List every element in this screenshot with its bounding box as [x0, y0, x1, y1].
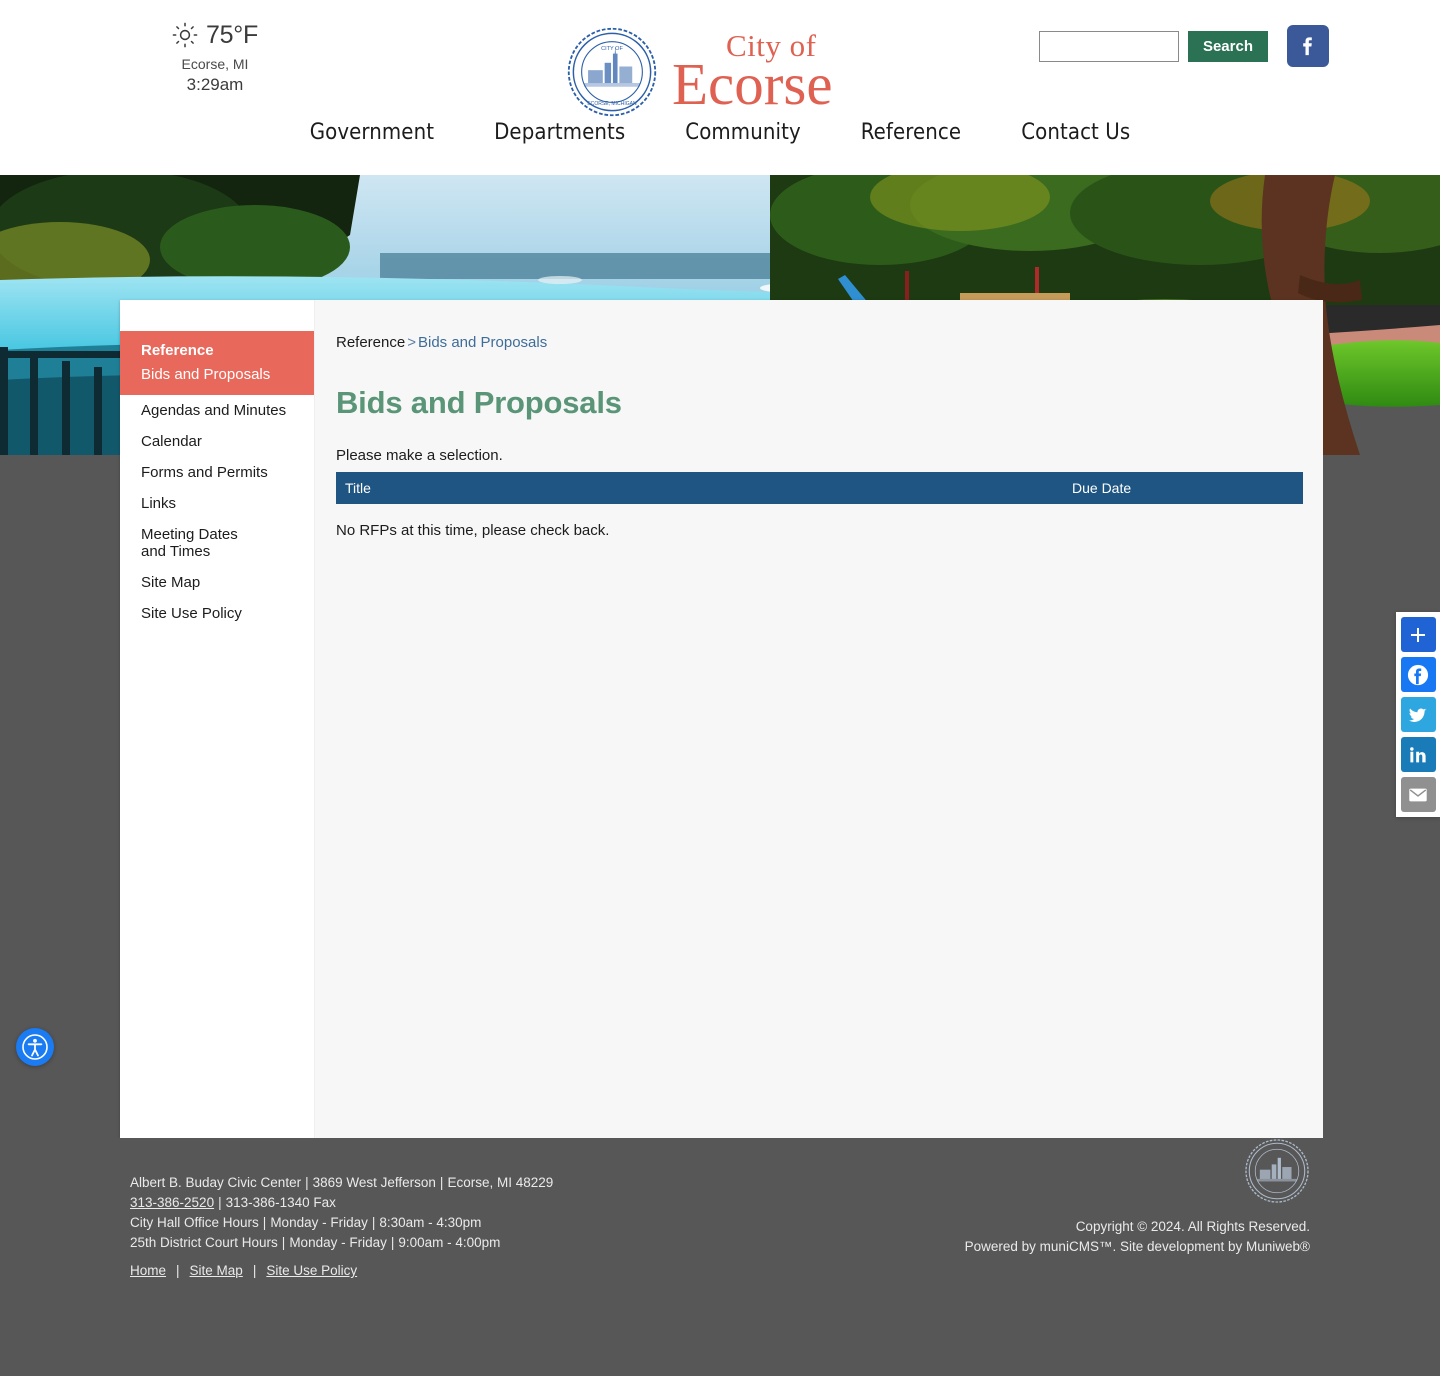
sidebar-item-forms-and-permits[interactable]: Forms and Permits: [120, 457, 314, 488]
nav-item-government[interactable]: Government: [310, 120, 434, 145]
footer-address-line: Albert B. Buday Civic Center | 3869 West J…: [130, 1175, 554, 1190]
weather-temperature: 75°F: [206, 20, 258, 49]
footer-link-site-use-policy[interactable]: Site Use Policy: [266, 1263, 357, 1278]
facebook-icon[interactable]: [1400, 657, 1436, 692]
column-header-title[interactable]: Title: [336, 472, 1063, 504]
footer-city-hall-hours-label: City Hall Office Hours: [130, 1215, 259, 1230]
breadcrumb-separator: >: [407, 334, 416, 351]
footer-link-site-map[interactable]: Site Map: [190, 1263, 243, 1278]
nav-item-community[interactable]: Community: [685, 120, 800, 145]
footer-credits: Copyright © 2024. All Rights Reserved. P…: [965, 1138, 1310, 1257]
site-header: 75°F Ecorse, MI 3:29am CITY OF ECORSE, M…: [0, 0, 1440, 175]
weather-top-row: 75°F: [155, 18, 275, 52]
footer-court-hours-time: 9:00am - 4:00pm: [398, 1235, 501, 1250]
search-button[interactable]: Search: [1187, 30, 1268, 62]
bids-table-header-row: Title Due Date: [336, 472, 1303, 504]
footer-phone-line: 313-386-2520 | 313-386-1340 Fax: [130, 1195, 336, 1210]
main-content: Reference > Bids and Proposals Bids and Pr…: [314, 300, 1323, 1138]
footer-city-state-zip: Ecorse, MI 48229: [447, 1175, 554, 1190]
footer-city-hall-hours: City Hall Office Hours | Monday - Friday | 8…: [130, 1215, 482, 1230]
sidebar-section-title: Reference: [141, 342, 214, 359]
sidebar-item-site-map[interactable]: Site Map: [120, 567, 314, 598]
column-header-due-date[interactable]: Due Date: [1063, 472, 1303, 504]
sidebar-item-agendas-and-minutes[interactable]: Agendas and Minutes: [120, 395, 314, 426]
linkedin-icon[interactable]: [1400, 737, 1436, 772]
share-icon[interactable]: [1400, 617, 1436, 652]
sidebar-item-meeting-dates-and-times[interactable]: Meeting Dates and Times: [120, 519, 270, 567]
footer-street: 3869 West Jefferson: [312, 1175, 436, 1190]
facebook-icon[interactable]: [1287, 25, 1329, 67]
breadcrumb-parent[interactable]: Reference: [336, 334, 405, 351]
selection-instruction: Please make a selection.: [336, 447, 503, 464]
sidebar-item-bids-and-proposals[interactable]: Bids and Proposals: [120, 364, 314, 385]
nav-item-departments[interactable]: Departments: [494, 120, 625, 145]
page-body: Reference Bids and Proposals Agendas and…: [0, 175, 1440, 1376]
nav-item-reference[interactable]: Reference: [861, 120, 961, 145]
email-icon[interactable]: [1400, 777, 1436, 812]
wordmark: City of Ecorse: [672, 30, 833, 114]
footer-fax: 313-386-1340 Fax: [225, 1195, 336, 1210]
site-logo[interactable]: CITY OF ECORSE, MICHIGAN City of Ecorse: [566, 26, 833, 118]
site-footer: Albert B. Buday Civic Center | 3869 West J…: [0, 1138, 1440, 1376]
footer-city-hall-hours-days: Monday - Friday: [270, 1215, 368, 1230]
footer-civic-center-name: Albert B. Buday Civic Center: [130, 1175, 302, 1190]
weather-city: Ecorse, MI: [181, 56, 249, 72]
content-card: Reference Bids and Proposals Agendas and…: [120, 300, 1323, 1138]
weather-time: 3:29am: [186, 75, 244, 94]
accessibility-icon[interactable]: [16, 1028, 54, 1066]
search-area: Search: [1038, 25, 1329, 67]
weather-widget: 75°F Ecorse, MI 3:29am: [155, 18, 275, 95]
footer-court-hours: 25th District Court Hours | Monday - Frida…: [130, 1235, 501, 1250]
sidebar-item-site-use-policy[interactable]: Site Use Policy: [120, 598, 314, 629]
footer-copyright: Copyright © 2024. All Rights Reserved.: [1075, 1219, 1310, 1234]
breadcrumb-current: Bids and Proposals: [417, 334, 548, 351]
city-seal-icon: CITY OF ECORSE, MICHIGAN: [566, 26, 658, 118]
empty-state-message: No RFPs at this time, please check back.: [336, 522, 610, 539]
footer-city-hall-hours-time: 8:30am - 4:30pm: [379, 1215, 482, 1230]
svg-text:CITY OF: CITY OF: [601, 46, 623, 52]
social-share-rail: [1396, 612, 1440, 817]
bids-table-head: Title Due Date: [336, 472, 1303, 504]
svg-text:ECORSE, MICHIGAN: ECORSE, MICHIGAN: [587, 101, 637, 107]
footer-powered-by: Powered by muniCMS™. Site development by…: [964, 1239, 1310, 1254]
sidebar-item-links[interactable]: Links: [120, 488, 314, 519]
footer-city-seal-icon: [1244, 1139, 1310, 1208]
footer-court-hours-days: Monday - Friday: [289, 1235, 387, 1250]
page-title: Bids and Proposals: [336, 385, 622, 420]
twitter-icon[interactable]: [1400, 697, 1436, 732]
bids-table: Title Due Date: [336, 472, 1303, 504]
search-input[interactable]: [1038, 30, 1179, 62]
sidebar-active-group: Reference Bids and Proposals: [120, 331, 314, 395]
section-sidebar: Reference Bids and Proposals Agendas and…: [120, 300, 314, 1138]
breadcrumb: Reference > Bids and Proposals: [336, 334, 1303, 351]
nav-item-contact-us[interactable]: Contact Us: [1021, 120, 1130, 145]
footer-contact-block: Albert B. Buday Civic Center | 3869 West J…: [130, 1173, 553, 1253]
sidebar-item-calendar[interactable]: Calendar: [120, 426, 314, 457]
sun-icon: [172, 22, 198, 48]
footer-court-hours-label: 25th District Court Hours: [130, 1235, 278, 1250]
footer-phone-link[interactable]: 313-386-2520: [130, 1195, 214, 1210]
wordmark-ecorse: Ecorse: [672, 51, 833, 117]
footer-link-home[interactable]: Home: [130, 1263, 166, 1278]
main-navigation: Government Departments Community Referen…: [0, 120, 1440, 145]
footer-links: Home | Site Map | Site Use Policy: [130, 1263, 358, 1278]
